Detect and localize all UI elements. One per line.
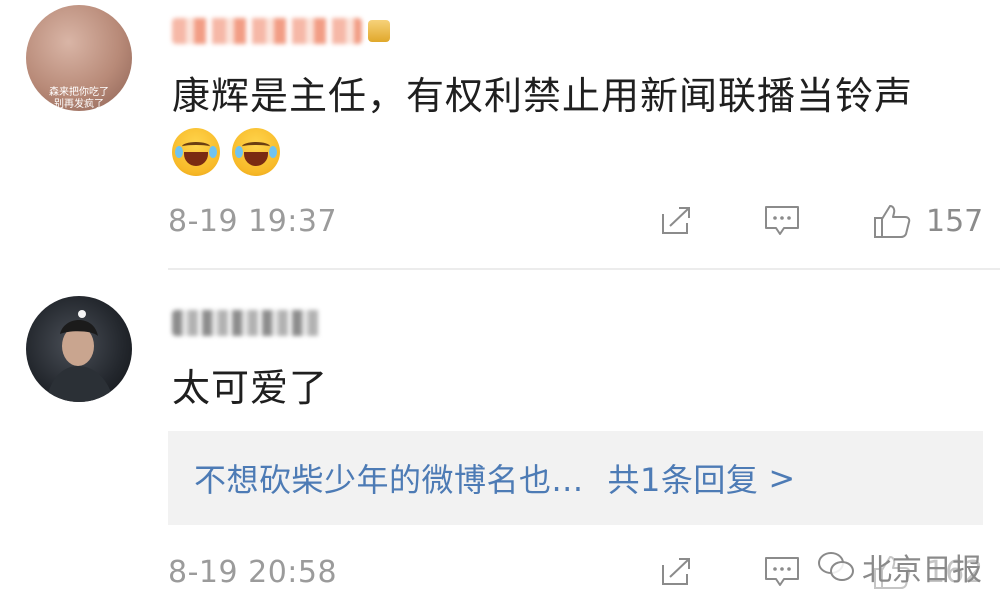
avatar[interactable]: 森来把你吃了 别再发疯了 <box>26 5 132 111</box>
username-blurred[interactable] <box>172 306 322 340</box>
comment-text: 太可爱了 <box>172 366 329 410</box>
laugh-cry-emoji <box>172 128 220 176</box>
emoji-row <box>172 128 280 176</box>
comment-icon <box>765 206 799 235</box>
reply-button[interactable] <box>762 554 802 590</box>
reply-preview-text[interactable]: 不想砍柴少年的微博名也... <box>194 455 584 501</box>
like-button[interactable]: 157 <box>870 201 983 241</box>
share-icon <box>662 558 690 585</box>
share-button[interactable] <box>658 204 696 238</box>
avatar[interactable] <box>26 296 132 402</box>
wechat-icon <box>818 552 854 582</box>
comment-icon <box>765 557 799 586</box>
watermark-text: 北京日报 <box>862 553 982 588</box>
blurred-username <box>172 18 362 44</box>
avatar-caption-line-2: 别再发疯了 <box>54 99 104 110</box>
comment-item: 森来把你吃了 别再发疯了 康辉是主任，有权利禁止用新闻联播当铃声 8-19 19… <box>0 0 1000 270</box>
reply-preview[interactable]: 不想砍柴少年的微博名也... 共1条回复 > <box>168 431 983 525</box>
reply-count[interactable]: 共1条回复 <box>608 455 759 501</box>
reply-arrow[interactable]: > <box>768 459 795 497</box>
share-icon <box>662 207 690 234</box>
avatar-photo-icon <box>46 310 114 402</box>
timestamp: 8-19 20:58 <box>168 554 338 590</box>
watermark: 北京日报 <box>818 545 982 589</box>
reply-button[interactable] <box>762 203 802 239</box>
avatar-caption-line-1: 森来把你吃了 <box>49 87 109 98</box>
username-blurred[interactable] <box>172 14 390 48</box>
thumbs-up-icon <box>874 205 911 238</box>
badge-icon <box>368 20 390 42</box>
blurred-username <box>172 310 322 336</box>
like-count: 157 <box>926 203 984 239</box>
share-button[interactable] <box>658 555 696 589</box>
comment-meta: 8-19 19:37 157 <box>168 196 986 246</box>
comment-text: 康辉是主任，有权利禁止用新闻联播当铃声 <box>172 74 914 118</box>
timestamp: 8-19 19:37 <box>168 203 338 239</box>
laugh-cry-emoji <box>232 128 280 176</box>
